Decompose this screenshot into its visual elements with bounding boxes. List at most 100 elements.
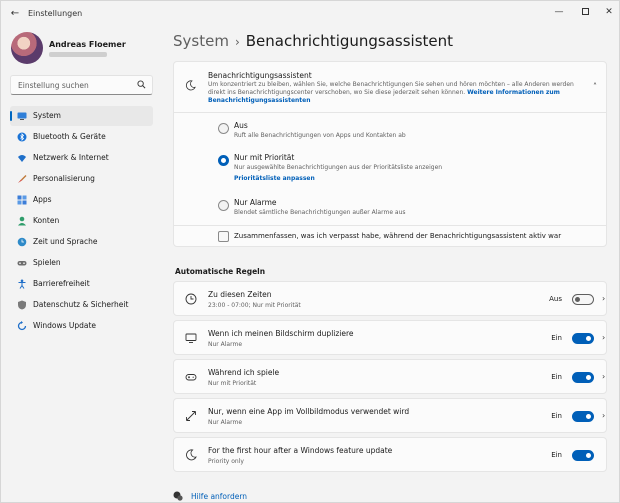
rule-subtitle: Nur Alarme [208, 419, 243, 426]
radio-off[interactable] [218, 123, 229, 134]
chevron-up-icon[interactable]: ˄ [593, 82, 597, 91]
get-help-link[interactable]: Hilfe anfordern [191, 492, 247, 501]
shield-icon [18, 300, 26, 310]
sidebar-item-bluetooth[interactable]: Bluetooth & Geräte [10, 127, 153, 147]
rule-subtitle: Priority only [208, 458, 244, 465]
brush-icon [18, 175, 27, 183]
globe-clock-icon [17, 237, 27, 247]
toggle-state-label: Ein [551, 412, 562, 420]
summary-checkbox-label: Zusammenfassen, was ich verpasst habe, w… [234, 232, 562, 240]
settings-window: ← Einstellungen — ✕ Andreas Floemer Syst… [0, 0, 620, 503]
breadcrumb-parent[interactable]: System [173, 32, 229, 50]
toggle-knob [575, 297, 580, 302]
toggle-knob [586, 453, 591, 458]
rule-subtitle: 23:00 - 07:00; Nur mit Priorität [208, 302, 301, 309]
rule-toggle[interactable] [572, 450, 594, 461]
rule-title: For the first hour after a Windows featu… [208, 446, 393, 455]
sidebar-item-label: Datenschutz & Sicherheit [33, 300, 129, 309]
rule-title: Nur, wenn eine App im Vollbildmodus verw… [208, 407, 410, 416]
title-bar: ← Einstellungen — ✕ [1, 1, 619, 27]
accessibility-icon [18, 279, 26, 289]
option-off[interactable]: Aus Ruft alle Benachrichtigungen von App… [174, 113, 606, 150]
option-description: Nur ausgewählte Benachrichtigungen aus d… [234, 164, 443, 171]
moon-icon [185, 80, 196, 91]
rule-toggle[interactable] [572, 372, 594, 383]
toggle-state-label: Ein [551, 334, 562, 342]
rule-feature-update[interactable]: For the first hour after a Windows featu… [173, 437, 607, 472]
page-title: Benachrichtigungsassistent [245, 32, 454, 50]
sidebar-item-apps[interactable]: Apps [10, 190, 153, 210]
maximize-icon [581, 8, 589, 15]
toggle-state-label: Aus [549, 295, 562, 303]
radio-alarms-only[interactable] [218, 200, 229, 211]
rule-scheduled-times[interactable]: Zu diesen Zeiten 23:00 - 07:00; Nur mit … [173, 281, 607, 316]
sidebar-item-system[interactable]: System [10, 106, 153, 126]
sidebar-item-label: Windows Update [33, 321, 97, 330]
rule-toggle[interactable] [572, 333, 594, 344]
rule-gaming[interactable]: Während ich spiele Nur mit Priorität Ein… [173, 359, 607, 394]
wifi-icon [18, 155, 26, 162]
option-label: Aus [234, 121, 248, 130]
account-icon [18, 216, 26, 226]
sidebar-item-gaming[interactable]: Spielen [10, 253, 153, 273]
option-alarms-only[interactable]: Nur Alarme Blendet sämtliche Benachricht… [174, 190, 606, 224]
toggle-knob [586, 336, 591, 341]
sidebar-item-privacy[interactable]: Datenschutz & Sicherheit [10, 295, 153, 315]
rule-subtitle: Nur Alarme [208, 341, 243, 348]
rule-fullscreen-app[interactable]: Nur, wenn eine App im Vollbildmodus verw… [173, 398, 607, 433]
user-email-redacted [49, 52, 107, 57]
minimize-button[interactable]: — [549, 4, 569, 20]
back-button[interactable]: ← [9, 8, 21, 20]
focus-assist-title: Benachrichtigungsassistent [208, 71, 312, 80]
option-description: Blendet sämtliche Benachrichtigungen auß… [234, 209, 406, 216]
rule-toggle[interactable] [572, 411, 594, 422]
avatar[interactable] [11, 32, 43, 64]
customize-priority-link[interactable]: Prioritätsliste anpassen [234, 175, 315, 182]
chevron-right-icon[interactable]: › [602, 411, 605, 420]
sidebar-item-time-language[interactable]: Zeit und Sprache [10, 232, 153, 252]
radio-priority-only[interactable] [218, 155, 229, 166]
sidebar-item-accounts[interactable]: Konten [10, 211, 153, 231]
display-icon [185, 333, 197, 343]
sidebar-item-network[interactable]: Netzwerk & Internet [10, 148, 153, 168]
search-input[interactable] [11, 76, 131, 94]
sidebar-item-label: Bluetooth & Geräte [33, 132, 106, 141]
sidebar-item-windows-update[interactable]: Windows Update [10, 316, 153, 336]
search-box[interactable] [10, 75, 153, 95]
fullscreen-icon [186, 411, 196, 421]
help-icon [173, 491, 183, 501]
sidebar-item-personalization[interactable]: Personalisierung [10, 169, 153, 189]
rule-subtitle: Nur mit Priorität [208, 380, 257, 387]
monitor-icon [17, 112, 27, 120]
toggle-knob [586, 375, 591, 380]
summary-checkbox-row[interactable]: Zusammenfassen, was ich verpasst habe, w… [174, 225, 606, 247]
option-description: Ruft alle Benachrichtigungen von Apps un… [234, 132, 406, 139]
rule-title: Während ich spiele [208, 368, 280, 377]
maximize-button[interactable] [575, 4, 595, 20]
app-title: Einstellungen [28, 9, 83, 18]
chevron-right-icon[interactable]: › [602, 372, 605, 381]
option-label: Nur Alarme [234, 198, 277, 207]
sidebar-item-label: Personalisierung [33, 174, 95, 183]
focus-assist-header[interactable]: Benachrichtigungsassistent Um konzentrie… [174, 62, 606, 113]
option-label: Nur mit Priorität [234, 153, 295, 162]
toggle-state-label: Ein [551, 451, 562, 459]
chevron-right-icon[interactable]: › [602, 294, 605, 303]
sidebar-item-accessibility[interactable]: Barrierefreiheit [10, 274, 153, 294]
rule-toggle[interactable] [572, 294, 594, 305]
rule-duplicate-display[interactable]: Wenn ich meinen Bildschirm dupliziere Nu… [173, 320, 607, 355]
user-name: Andreas Floemer [49, 40, 126, 49]
focus-assist-card: Benachrichtigungsassistent Um konzentrie… [173, 61, 607, 247]
option-priority-only[interactable]: Nur mit Priorität Nur ausgewählte Benach… [174, 150, 606, 190]
main-content: System › Benachrichtigungsassistent Benach… [163, 27, 619, 502]
sidebar-item-label: System [33, 111, 61, 120]
chevron-right-icon[interactable]: › [602, 333, 605, 342]
apps-grid-icon [17, 195, 27, 205]
search-icon[interactable] [137, 80, 146, 89]
close-button[interactable]: ✕ [599, 4, 619, 20]
sidebar-item-label: Konten [33, 216, 60, 225]
sidebar-item-label: Zeit und Sprache [33, 237, 98, 246]
toggle-knob [586, 414, 591, 419]
sidebar-item-label: Barrierefreiheit [33, 279, 90, 288]
summary-checkbox[interactable] [218, 231, 229, 242]
